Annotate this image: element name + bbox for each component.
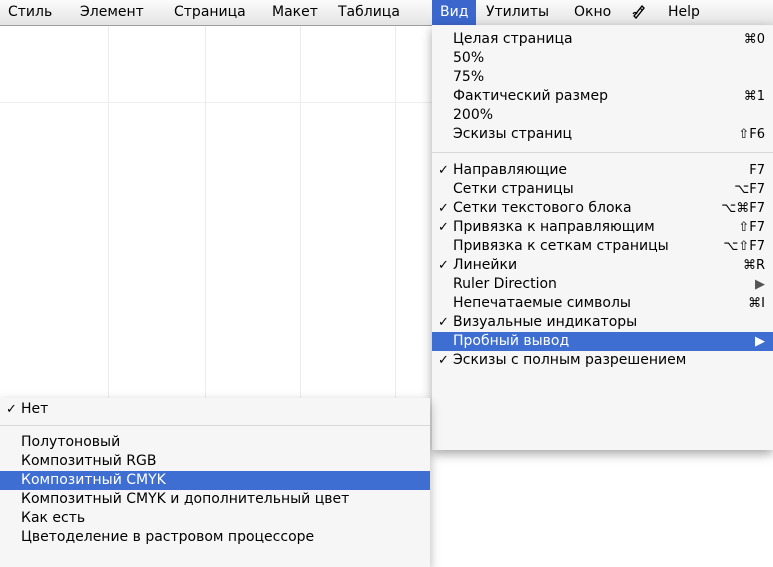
menu-item-label: Ruler Direction	[453, 276, 557, 292]
proof-menu-item[interactable]: ✓ Нет	[0, 400, 430, 419]
proof-menu-item[interactable]: Цветоделение в растровом процессоре	[0, 528, 430, 547]
view-menu-item[interactable]: ✓ Сетки текстового блока ⌥⌘F7	[432, 199, 773, 218]
shortcut-label: ⇧F7	[738, 220, 765, 235]
menu-item-label: Привязка к направляющим	[453, 219, 655, 235]
shortcut-label: ⌘R	[742, 258, 765, 273]
menu-separator	[0, 425, 430, 426]
view-menu-item[interactable]: ✓ Визуальные индикаторы	[432, 313, 773, 332]
shortcut-label: ⌘1	[743, 89, 765, 104]
menu-item-label: Линейки	[453, 257, 518, 273]
menu-item-label: Полутоновый	[21, 434, 121, 450]
shortcut-label: ⌥⇧F7	[723, 239, 765, 254]
shortcut-label: ⌥⌘F7	[721, 201, 765, 216]
menu-style[interactable]: Стиль	[0, 0, 60, 25]
check-icon: ✓	[6, 402, 17, 417]
view-menu-item[interactable]: 200%	[432, 106, 773, 125]
menu-layout[interactable]: Макет	[264, 0, 326, 25]
menu-item-label: Композитный CMYK и дополнительный цвет	[21, 491, 350, 507]
proof-menu-item[interactable]: Композитный CMYK и дополнительный цвет	[0, 490, 430, 509]
view-menu-item-proof-output[interactable]: Пробный вывод ▶	[432, 332, 773, 351]
view-menu-item[interactable]: Ruler Direction ▶	[432, 275, 773, 294]
menu-item-label: Сетки страницы	[453, 181, 574, 197]
check-icon: ✓	[438, 258, 449, 273]
menu-item-label: Визуальные индикаторы	[453, 314, 638, 330]
submenu-arrow-icon: ▶	[755, 277, 765, 292]
proof-menu-item-composite-cmyk[interactable]: Композитный CMYK	[0, 471, 430, 490]
menu-item-label: 75%	[453, 69, 485, 85]
menu-view[interactable]: Вид	[432, 0, 477, 25]
view-menu-item[interactable]: Привязка к сеткам страницы ⌥⇧F7	[432, 237, 773, 256]
view-menu-item[interactable]: ✓ Линейки ⌘R	[432, 256, 773, 275]
menu-item-label: Композитный CMYK	[21, 472, 166, 488]
view-dropdown-menu: Целая страница ⌘0 50% 75% Фактический ра…	[432, 25, 773, 450]
menu-item-label: Эскизы с полным разрешением	[453, 352, 687, 368]
view-menu-item[interactable]: ✓ Привязка к направляющим ⇧F7	[432, 218, 773, 237]
view-menu-item[interactable]: Целая страница ⌘0	[432, 30, 773, 49]
check-icon: ✓	[438, 315, 449, 330]
menu-item-label: Композитный RGB	[21, 453, 157, 469]
menu-item-label: Цветоделение в растровом процессоре	[21, 529, 315, 545]
menu-item-label: Привязка к сеткам страницы	[453, 238, 669, 254]
check-icon: ✓	[438, 163, 449, 178]
proof-menu-item[interactable]: Полутоновый	[0, 433, 430, 452]
menu-item-label: Фактический размер	[453, 88, 608, 104]
menu-item-label: 50%	[453, 50, 485, 66]
view-menu-item[interactable]: 75%	[432, 68, 773, 87]
menu-page[interactable]: Страница	[166, 0, 254, 25]
check-icon: ✓	[438, 353, 449, 368]
proof-output-submenu: ✓ Нет Полутоновый Композитный RGB Композ…	[0, 398, 430, 567]
menu-item-label: Непечатаемые символы	[453, 295, 631, 311]
submenu-arrow-icon: ▶	[755, 334, 765, 349]
view-menu-item[interactable]: ✓ Направляющие F7	[432, 161, 773, 180]
menu-item-label: Направляющие	[453, 162, 568, 178]
proof-menu-item[interactable]: Композитный RGB	[0, 452, 430, 471]
shortcut-label: ⌘0	[743, 32, 765, 47]
shortcut-label: F7	[749, 163, 765, 178]
view-menu-item[interactable]: Непечатаемые символы ⌘I	[432, 294, 773, 313]
proof-menu-item[interactable]: Как есть	[0, 509, 430, 528]
view-menu-item[interactable]: Эскизы страниц ⇧F6	[432, 125, 773, 144]
menu-item-label: Пробный вывод	[453, 333, 570, 349]
menu-separator	[432, 152, 773, 153]
view-menu-item[interactable]: Сетки страницы ⌥F7	[432, 180, 773, 199]
menu-item-label: Нет	[21, 401, 49, 417]
script-menu-icon[interactable]	[623, 0, 655, 25]
menu-bar: Стиль Элемент Страница Макет Таблица Вид…	[0, 0, 773, 26]
view-menu-item[interactable]: Фактический размер ⌘1	[432, 87, 773, 106]
menu-item-label: 200%	[453, 107, 494, 123]
check-icon: ✓	[438, 220, 449, 235]
view-menu-item[interactable]: ✓ Эскизы с полным разрешением	[432, 351, 773, 370]
shortcut-label: ⌥F7	[734, 182, 765, 197]
menu-item[interactable]: Элемент	[72, 0, 152, 25]
menu-item-label: Сетки текстового блока	[453, 200, 632, 216]
menu-utilities[interactable]: Утилиты	[478, 0, 557, 25]
menu-help[interactable]: Help	[660, 0, 708, 25]
menu-item-label: Целая страница	[453, 31, 573, 47]
menu-item-label: Эскизы страниц	[453, 126, 573, 142]
menu-table[interactable]: Таблица	[330, 0, 408, 25]
menu-window[interactable]: Окно	[566, 0, 619, 25]
shortcut-label: ⇧F6	[738, 127, 765, 142]
menu-item-label: Как есть	[21, 510, 86, 526]
view-menu-item[interactable]: 50%	[432, 49, 773, 68]
check-icon: ✓	[438, 201, 449, 216]
shortcut-label: ⌘I	[748, 296, 765, 311]
